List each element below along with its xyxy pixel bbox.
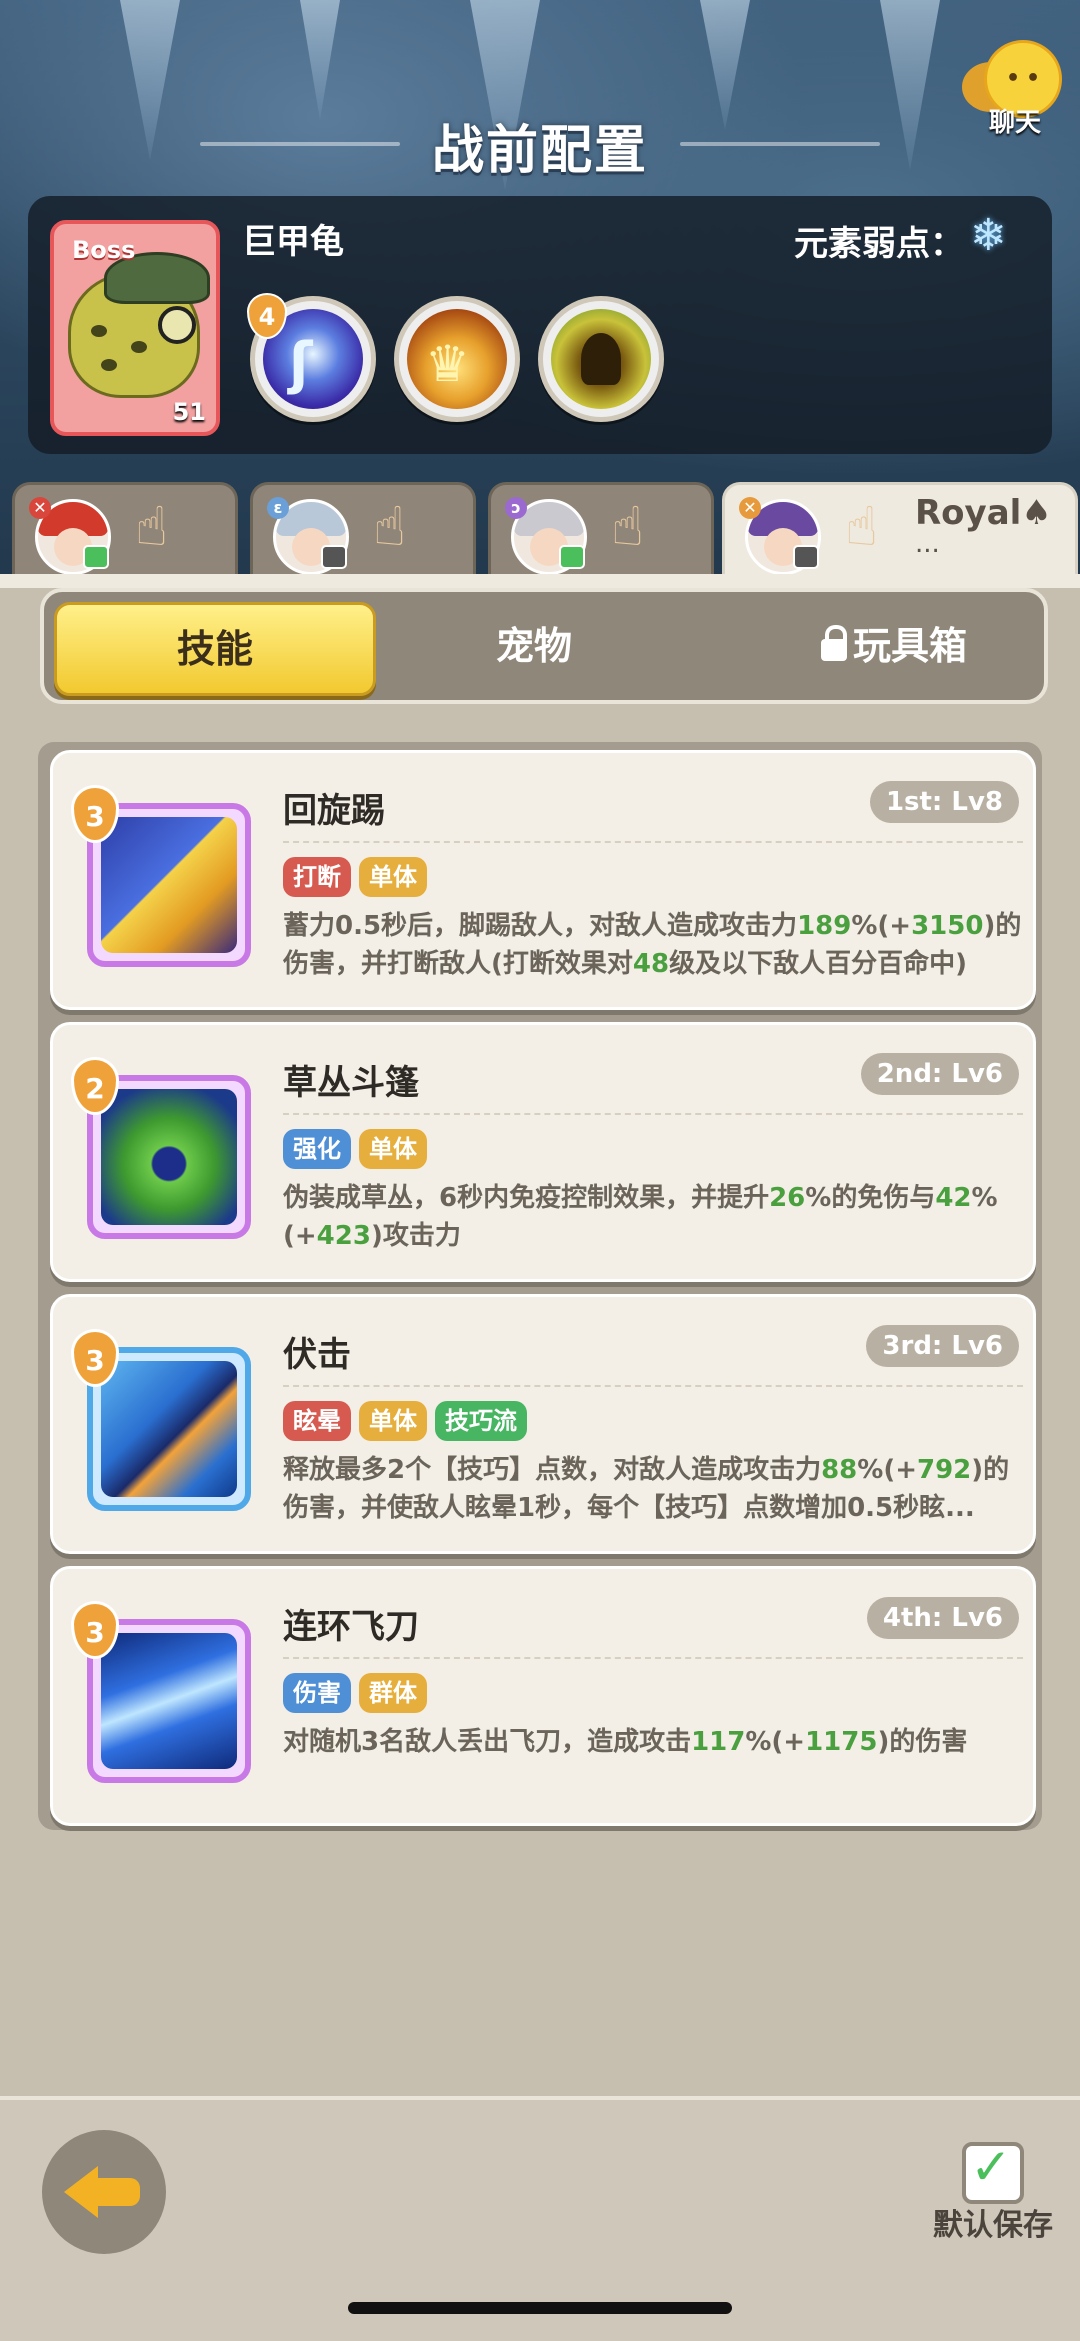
ambush-icon (101, 1361, 237, 1497)
dark-creature-skill-icon[interactable] (538, 296, 664, 422)
divider (283, 1385, 1023, 1387)
divider (283, 1657, 1023, 1659)
player-tab-2[interactable]: ε ☝ (250, 482, 476, 577)
skill-slot-badge: 4th: Lv6 (866, 1597, 1019, 1639)
class-icon: ✕ (739, 497, 761, 519)
skill-name: 连环飞刀 (283, 1607, 419, 1647)
skill-name: 草丛斗篷 (283, 1063, 419, 1103)
chat-face: •• (1006, 66, 1047, 91)
status-icon (321, 545, 347, 569)
default-save-checkbox[interactable]: ✓ (962, 2138, 1024, 2204)
snowflake-icon: ❄ (970, 210, 1007, 261)
hand-gesture-icon: ☝ (135, 495, 168, 558)
skill-card[interactable]: 3 伏击 3rd: Lv6 眩晕 单体 技巧流 释放最多2个【技巧】点数，对敌人… (50, 1294, 1036, 1554)
flying-knives-icon (101, 1633, 237, 1769)
skill-tag: 单体 (359, 1401, 427, 1441)
skill-tag: 单体 (359, 857, 427, 897)
chat-button[interactable]: •• 聊天 (960, 36, 1070, 146)
page-title: 战前配置 (431, 121, 648, 181)
boss-monocle (158, 306, 196, 344)
skill-card[interactable]: 2 草丛斗篷 2nd: Lv6 强化 单体 伪装成草丛，6秒内免疫控制效果，并提… (50, 1022, 1036, 1282)
skill-slot-badge: 3rd: Lv6 (866, 1325, 1019, 1367)
back-button[interactable] (42, 2130, 166, 2254)
skill-name: 回旋踢 (283, 791, 385, 831)
player-tab-4[interactable]: ✕ ☝ Royal♠ ... (722, 482, 1078, 577)
player-tab-3[interactable]: ɔ ☝ (488, 482, 714, 577)
chat-label: 聊天 (988, 108, 1041, 138)
class-icon: ε (267, 497, 289, 519)
skill-slot-badge: 1st: Lv8 (869, 781, 1019, 823)
skill-slot-badge: 2nd: Lv6 (860, 1053, 1019, 1095)
skill-description: 蓄力0.5秒后，脚踢敌人，对敌人造成攻击力189%(+3150)的伤害，并打断敌… (283, 911, 1022, 979)
crystal-decoration (300, 0, 340, 120)
skill-card[interactable]: 3 回旋踢 1st: Lv8 打断 单体 蓄力0.5秒后，脚踢敌人，对敌人造成攻… (50, 750, 1036, 1010)
panel-top-strip (0, 574, 1080, 588)
skill-description: 伪装成草丛，6秒内免疫控制效果，并提升26%的免伤与42%(+423)攻击力 (283, 1183, 998, 1251)
home-indicator (348, 2302, 732, 2314)
frog-spot (91, 325, 107, 337)
player-tab-1[interactable]: ✕ ☝ (12, 482, 238, 577)
tab-pets[interactable]: 宠物 (424, 602, 644, 690)
skill-tags: 强化 单体 (283, 1129, 427, 1169)
class-icon: ɔ (505, 497, 527, 519)
skill-name: 伏击 (283, 1335, 351, 1375)
skill-description: 释放最多2个【技巧】点数，对敌人造成攻击力88%(+792)的伤害，并使敌人眩晕… (283, 1455, 1010, 1523)
divider (283, 841, 1023, 843)
element-weakness-label: 元素弱点： (794, 224, 964, 264)
status-icon (559, 545, 585, 569)
skill-tag: 打断 (283, 857, 351, 897)
water-vortex-skill-icon[interactable]: ʃ 4 (247, 293, 376, 422)
category-tabs: 技能 宠物 玩具箱 (40, 588, 1048, 704)
status-icon (793, 545, 819, 569)
hand-gesture-icon: ☝ (845, 495, 878, 558)
checkmark-icon: ✓ (970, 2138, 1012, 2196)
class-icon: ✕ (29, 497, 51, 519)
boss-panel: Boss 51 巨甲龟 元素弱点： ❄ ʃ 4 ♛ (28, 196, 1052, 454)
player-name: Royal♠ (915, 493, 1052, 533)
skill-tags: 眩晕 单体 技巧流 (283, 1401, 527, 1441)
skill-description: 对随机3名敌人丢出飞刀，造成攻击117%(+1175)的伤害 (283, 1727, 968, 1757)
frog-spot (131, 341, 147, 353)
bush-cloak-icon (101, 1089, 237, 1225)
divider (283, 1113, 1023, 1115)
tab-toybox-label: 玩具箱 (852, 624, 967, 668)
frog-spot (101, 359, 117, 371)
skill-tags: 打断 单体 (283, 857, 427, 897)
hand-gesture-icon: ☝ (373, 495, 406, 558)
skill-tag: 眩晕 (283, 1401, 351, 1441)
hand-gesture-icon: ☝ (611, 495, 644, 558)
skill-tag: 单体 (359, 1129, 427, 1169)
skill-tag: 强化 (283, 1129, 351, 1169)
lock-icon (820, 625, 847, 661)
tab-skills[interactable]: 技能 (54, 602, 376, 696)
boss-tag: Boss (72, 236, 136, 264)
tab-toybox[interactable]: 玩具箱 (784, 602, 1004, 690)
golden-crown-skill-icon[interactable]: ♛ (394, 296, 520, 422)
skill-tag: 技巧流 (435, 1401, 527, 1441)
skill-tags: 伤害 群体 (283, 1673, 427, 1713)
player-extra: ... (915, 529, 940, 559)
boss-name: 巨甲龟 (242, 222, 344, 262)
spin-kick-icon (101, 817, 237, 953)
status-icon (83, 545, 109, 569)
skill-list: 3 回旋踢 1st: Lv8 打断 单体 蓄力0.5秒后，脚踢敌人，对敌人造成攻… (38, 742, 1042, 1830)
skill-card[interactable]: 3 连环飞刀 4th: Lv6 伤害 群体 对随机3名敌人丢出飞刀，造成攻击11… (50, 1566, 1036, 1826)
back-arrow-tail (96, 2178, 140, 2206)
skill-tag: 群体 (359, 1673, 427, 1713)
boss-portrait[interactable]: Boss 51 (50, 220, 220, 436)
boss-level: 51 (172, 398, 206, 426)
skill-tag: 伤害 (283, 1673, 351, 1713)
back-arrow-icon (64, 2166, 98, 2218)
default-save-label: 默认保存 (933, 2208, 1053, 2243)
